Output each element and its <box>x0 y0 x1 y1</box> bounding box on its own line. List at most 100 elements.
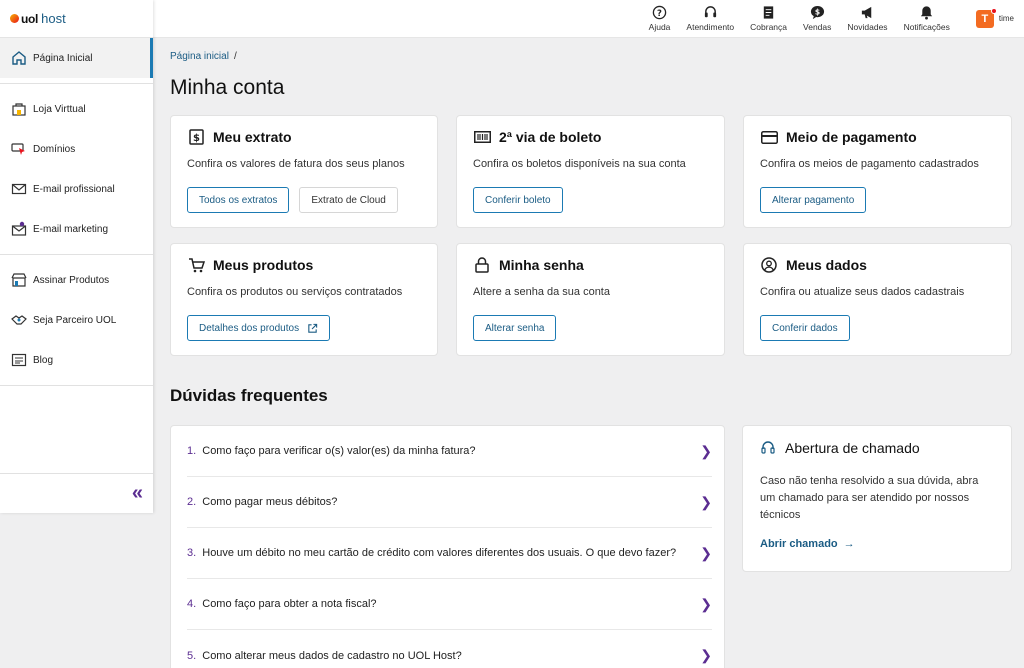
sidebar-item-store[interactable]: Loja Virttual <box>0 89 153 129</box>
sidebar-item-label: E-mail marketing <box>33 223 109 235</box>
profile-menu[interactable]: T time <box>975 7 1014 28</box>
envelope-icon <box>10 181 27 198</box>
card-description: Confira os meios de pagamento cadastrado… <box>760 158 979 170</box>
faq-heading: Dúvidas frequentes <box>170 386 328 405</box>
card-description: Altere a senha da sua conta <box>473 286 610 298</box>
dollar-document-icon: $ <box>187 129 205 145</box>
faq-item[interactable]: 5. Como alterar meus dados de cadastro n… <box>187 630 712 668</box>
sidebar-item-professional-email[interactable]: E-mail profissional <box>0 169 153 209</box>
topbar-help[interactable]: ? Ajuda <box>648 5 671 32</box>
sidebar-item-partner[interactable]: Seja Parceiro UOL <box>0 300 153 340</box>
account-cards: $ Meu extrato Confira os valores de fatu… <box>170 115 1012 356</box>
card-description: Confira os valores de fatura dos seus pl… <box>187 158 405 170</box>
divider <box>0 254 153 255</box>
top-bar: ? Ajuda Atendimento Cobrança $ Vendas No… <box>153 0 1024 38</box>
card-title: Minha senha <box>499 257 584 273</box>
topbar-label: Novidades <box>847 22 888 32</box>
faq-number: 4. <box>187 598 197 610</box>
sidebar-item-label: Página Inicial <box>33 52 93 64</box>
breadcrumb-home-link[interactable]: Página inicial <box>170 51 229 62</box>
avatar: T <box>975 7 997 28</box>
logo-host-text: host <box>41 11 66 26</box>
sidebar-item-label: E-mail profissional <box>33 183 115 195</box>
collapse-sidebar-button[interactable]: « <box>0 473 153 513</box>
logo-mark-icon <box>10 14 19 23</box>
button-label: Detalhes dos produtos <box>199 322 300 334</box>
shop-icon <box>10 272 27 289</box>
svg-text:$: $ <box>193 133 200 144</box>
cloud-statement-button[interactable]: Extrato de Cloud <box>299 187 398 213</box>
change-password-button[interactable]: Alterar senha <box>473 315 557 341</box>
sidebar: uol host Página Inicial Loja Virttual Do… <box>0 0 153 513</box>
faq-list: 1. Como faço para verificar o(s) valor(e… <box>170 425 725 668</box>
logo-uol-text: uol <box>21 11 39 26</box>
sidebar-item-label: Seja Parceiro UOL <box>33 314 117 326</box>
open-ticket-link[interactable]: Abrir chamado → <box>760 538 994 550</box>
sidebar-item-label: Loja Virttual <box>33 103 86 115</box>
profile-name: time <box>998 14 1014 23</box>
headset-icon <box>704 6 716 18</box>
breadcrumb: Página inicial / <box>170 51 1012 62</box>
page-title: Minha conta <box>170 76 285 99</box>
product-details-button[interactable]: Detalhes dos produtos <box>187 315 331 341</box>
open-ticket-label: Abrir chamado <box>760 538 838 550</box>
svg-text:?: ? <box>657 8 662 18</box>
check-boleto-button[interactable]: Conferir boleto <box>473 187 563 213</box>
change-payment-button[interactable]: Alterar pagamento <box>760 187 867 213</box>
faq-item[interactable]: 1. Como faço para verificar o(s) valor(e… <box>187 426 712 477</box>
chevron-right-icon: ❯ <box>700 647 712 663</box>
external-link-icon <box>308 323 318 333</box>
sidebar-item-domains[interactable]: Domínios <box>0 129 153 169</box>
chevron-right-icon: ❯ <box>700 493 712 510</box>
topbar-sales[interactable]: $ Vendas <box>803 5 831 32</box>
sidebar-item-label: Domínios <box>33 143 76 155</box>
chevron-right-icon: ❯ <box>700 544 712 561</box>
lock-icon <box>473 257 491 273</box>
faq-item[interactable]: 2. Como pagar meus débitos? ❯ <box>187 477 712 528</box>
chevron-right-icon: ❯ <box>700 595 712 612</box>
notification-dot <box>990 7 997 14</box>
sidebar-item-blog[interactable]: Blog <box>0 340 153 380</box>
topbar-support[interactable]: Atendimento <box>686 5 734 32</box>
faq-item[interactable]: 4. Como faço para obter a nota fiscal? ❯ <box>187 579 712 630</box>
megaphone-icon <box>861 6 872 19</box>
topbar-label: Atendimento <box>686 22 735 32</box>
check-data-button[interactable]: Conferir dados <box>760 315 850 341</box>
faq-question: Como alterar meus dados de cadastro no U… <box>202 649 462 662</box>
topbar-label: Ajuda <box>648 22 671 32</box>
topbar-label: Cobrança <box>750 22 788 32</box>
sidebar-item-home[interactable]: Página Inicial <box>0 38 153 78</box>
card-password: Minha senha Altere a senha da sua conta … <box>456 243 725 356</box>
all-statements-button[interactable]: Todos os extratos <box>187 187 290 213</box>
card-title: Meus produtos <box>213 257 314 273</box>
double-chevron-left-icon: « <box>131 482 143 504</box>
cart-icon <box>187 257 205 273</box>
faq-item[interactable]: 3. Houve um débito no meu cartão de créd… <box>187 528 712 579</box>
breadcrumb-separator: / <box>233 51 237 62</box>
divider <box>0 83 153 84</box>
divider <box>0 385 153 386</box>
support-card-title: Abertura de chamado <box>785 440 920 456</box>
sidebar-item-subscribe-products[interactable]: Assinar Produtos <box>0 260 153 300</box>
card-title: 2ª via de boleto <box>499 129 602 145</box>
card-title: Meio de pagamento <box>786 129 917 145</box>
card-statement: $ Meu extrato Confira os valores de fatu… <box>170 115 438 228</box>
avatar-initial: T <box>981 12 989 25</box>
topbar-notifications[interactable]: Notificações <box>904 5 950 32</box>
support-ticket-card: Abertura de chamado Caso não tenha resol… <box>742 425 1012 572</box>
handshake-icon <box>10 312 27 329</box>
brand-logo[interactable]: uol host <box>0 0 153 38</box>
chevron-right-icon: ❯ <box>700 442 712 459</box>
topbar-label: Vendas <box>803 22 832 32</box>
faq-number: 2. <box>187 496 197 508</box>
topbar-label: Notificações <box>903 22 950 32</box>
card-products: Meus produtos Confira os produtos ou ser… <box>170 243 438 356</box>
card-description: Confira ou atualize seus dados cadastrai… <box>760 286 965 298</box>
card-title: Meus dados <box>786 257 867 273</box>
faq-question: Como pagar meus débitos? <box>202 496 338 508</box>
topbar-billing[interactable]: Cobrança <box>750 5 787 32</box>
sidebar-item-email-marketing[interactable]: E-mail marketing <box>0 209 153 249</box>
card-boleto: 2ª via de boleto Confira os boletos disp… <box>456 115 725 228</box>
card-my-data: Meus dados Confira ou atualize seus dado… <box>743 243 1012 356</box>
topbar-news[interactable]: Novidades <box>847 5 888 32</box>
